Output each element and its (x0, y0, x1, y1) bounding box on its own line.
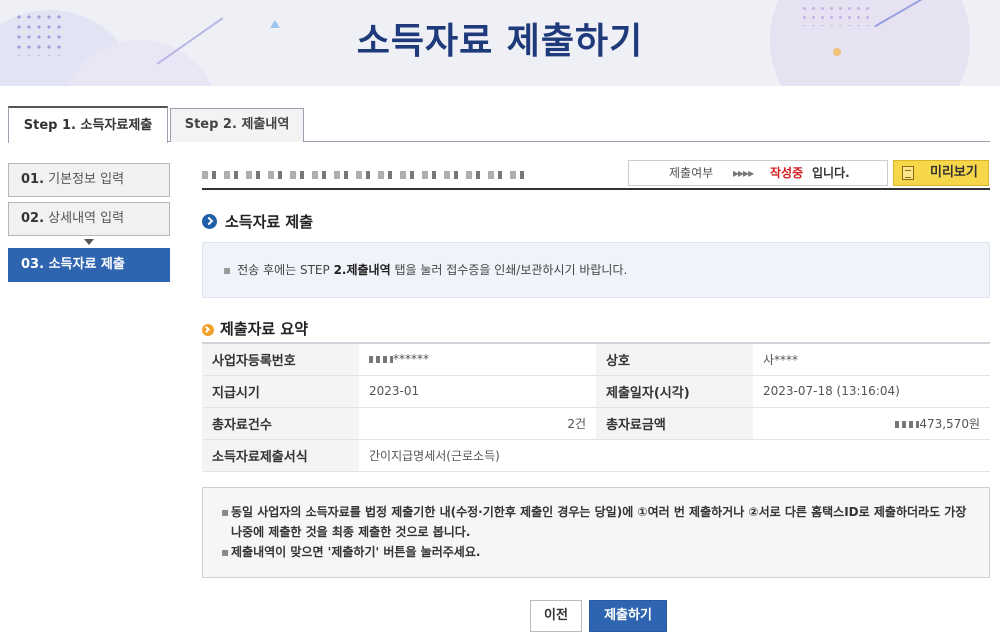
table-header: 총자료건수 (202, 407, 359, 440)
preview-button[interactable]: 미리보기 (893, 160, 989, 186)
notice-text-prefix: 전송 후에는 STEP (237, 263, 334, 277)
summary-table: 사업자등록번호 ****** 상호 사**** 지급시기 2023-01 제출일… (202, 342, 990, 472)
table-cell-value: 473,570원 (919, 416, 980, 431)
step-label: 기본정보 입력 (48, 172, 125, 187)
bullet-icon: ▪ (223, 263, 232, 277)
step-tabs: Step 1. 소득자료제출 Step 2. 제출내역 (8, 106, 990, 143)
notice-line: ▪ 동일 사업자의 소득자료를 법정 제출기한 내(수정·기한후 제출인 경우는 … (221, 502, 971, 542)
section-heading-summary: 제출자료 요약 (202, 318, 308, 339)
step-item-submit[interactable]: 03. 소득자료 제출 (8, 248, 170, 282)
step-number: 01. (21, 172, 45, 187)
table-cell: 2023-07-18 (13:16:04) (753, 375, 990, 408)
table-header: 제출일자(시각) (596, 375, 753, 408)
table-row: 지급시기 2023-01 제출일자(시각) 2023-07-18 (13:16:… (202, 375, 990, 408)
table-cell: ****** (359, 343, 596, 376)
step-item-details[interactable]: 02. 상세내역 입력 (8, 202, 170, 236)
table-cell: 473,570원 (753, 407, 990, 440)
step-label: 소득자료 제출 (48, 257, 125, 272)
submission-status: 제출여부 ▸▸▸▸ 작성중 입니다. (628, 160, 888, 186)
masked-value (369, 356, 393, 364)
table-row: 총자료건수 2건 총자료금액 473,570원 (202, 407, 990, 440)
notice-text-bold: 2.제출내역 (333, 263, 391, 277)
table-cell: 2023-01 (359, 375, 596, 408)
submission-notice: ▪ 동일 사업자의 소득자료를 법정 제출기한 내(수정·기한후 제출인 경우는 … (202, 487, 990, 578)
table-header: 소득자료제출서식 (202, 439, 359, 472)
section-heading-submit: 소득자료 제출 (202, 211, 313, 232)
arrows-icon: ▸▸▸▸ (733, 166, 754, 180)
step-arrow-icon (84, 239, 94, 245)
table-row: 사업자등록번호 ****** 상호 사**** (202, 343, 990, 376)
tab-step2[interactable]: Step 2. 제출내역 (170, 108, 304, 142)
section-title: 제출자료 요약 (220, 320, 309, 338)
info-notice: ▪ 전송 후에는 STEP 2.제출내역 탭을 눌러 접수증을 인쇄/보관하시기 … (202, 242, 990, 298)
masked-business-info (202, 171, 532, 179)
table-header: 지급시기 (202, 375, 359, 408)
step-label: 상세내역 입력 (48, 211, 125, 226)
prev-button[interactable]: 이전 (530, 600, 582, 632)
header-banner: 소득자료 제출하기 (0, 0, 1000, 86)
table-header: 총자료금액 (596, 407, 753, 440)
tab-step1[interactable]: Step 1. 소득자료제출 (8, 106, 168, 143)
notice-text-suffix: 탭을 눌러 접수증을 인쇄/보관하시기 바랍니다. (390, 263, 628, 277)
status-state: 작성중 (770, 166, 804, 180)
table-cell-value: ****** (393, 352, 429, 367)
notice-line: ▪ 제출내역이 맞으면 '제출하기' 버튼을 눌러주세요. (221, 542, 971, 562)
table-row: 소득자료제출서식 간이지급명세서(근로소득) (202, 439, 990, 472)
page-title: 소득자료 제출하기 (356, 21, 644, 62)
document-icon (902, 166, 914, 180)
status-label: 제출여부 (669, 166, 714, 180)
masked-value (895, 420, 920, 428)
step-item-basic-info[interactable]: 01. 기본정보 입력 (8, 163, 170, 197)
notice-text: 제출내역이 맞으면 '제출하기' 버튼을 눌러주세요. (231, 545, 481, 559)
bullet-icon: ▪ (221, 545, 230, 559)
step-number: 03. (21, 257, 45, 272)
step-number: 02. (21, 211, 45, 226)
section-title: 소득자료 제출 (225, 213, 314, 231)
arrow-circle-icon (202, 324, 214, 336)
table-header: 상호 (596, 343, 753, 376)
preview-label: 미리보기 (930, 165, 978, 180)
submit-button[interactable]: 제출하기 (589, 600, 667, 632)
table-cell: 2건 (359, 407, 596, 440)
divider (202, 188, 990, 190)
arrow-circle-icon (202, 214, 217, 229)
status-suffix: 입니다. (812, 166, 850, 180)
bullet-icon: ▪ (221, 505, 230, 519)
table-header: 사업자등록번호 (202, 343, 359, 376)
table-cell: 간이지급명세서(근로소득) (359, 439, 990, 472)
notice-text: 동일 사업자의 소득자료를 법정 제출기한 내(수정·기한후 제출인 경우는 당… (231, 505, 967, 539)
table-cell: 사**** (753, 343, 990, 376)
